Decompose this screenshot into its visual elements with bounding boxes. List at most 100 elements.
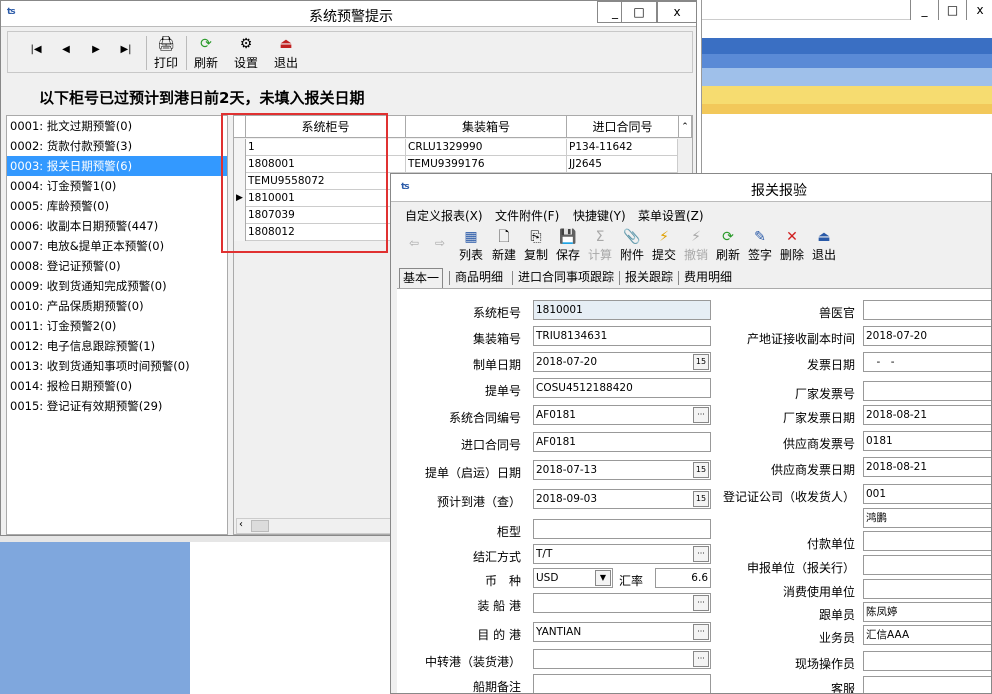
alert-item[interactable]: 0013: 收到货通知事项时间预警(0) bbox=[7, 356, 227, 376]
declarant-field[interactable] bbox=[863, 555, 991, 575]
origin-cert-date-field[interactable]: 2018-07-20 bbox=[863, 326, 991, 346]
alert-item[interactable]: 0010: 产品保质期预警(0) bbox=[7, 296, 227, 316]
calendar-icon[interactable]: 15 bbox=[693, 462, 709, 478]
alert-item[interactable]: 0007: 电放&提单正本预警(0) bbox=[7, 236, 227, 256]
payer-field[interactable] bbox=[863, 531, 991, 551]
transit-port-field[interactable]: ··· bbox=[533, 649, 711, 669]
loading-port-field[interactable]: ··· bbox=[533, 593, 711, 613]
minimize-button[interactable]: _ bbox=[910, 0, 938, 20]
ellipsis-icon[interactable]: ··· bbox=[693, 407, 709, 423]
container-type-field[interactable] bbox=[533, 519, 711, 539]
alert-item[interactable]: 0011: 订金预警2(0) bbox=[7, 316, 227, 336]
ellipsis-icon[interactable]: ··· bbox=[693, 624, 709, 640]
system-container-id-field[interactable]: 1810001 bbox=[533, 300, 711, 320]
alert-item[interactable]: 0004: 订金预警1(0) bbox=[7, 176, 227, 196]
attachment-button[interactable]: 📎 附件 bbox=[616, 228, 648, 263]
currency-select[interactable]: USD ▼ bbox=[533, 568, 613, 588]
chevron-down-icon[interactable]: ▼ bbox=[595, 570, 611, 586]
merchandiser-field[interactable]: 陈凤婷 bbox=[863, 602, 991, 622]
eta-field[interactable]: 2018-09-03 15 bbox=[533, 489, 711, 509]
ellipsis-icon[interactable]: ··· bbox=[693, 546, 709, 562]
print-button[interactable]: 🖨 打印 bbox=[148, 34, 184, 72]
tab-basic[interactable]: 基本一 bbox=[399, 268, 444, 288]
alert-item[interactable]: 0006: 收副本日期预警(447) bbox=[7, 216, 227, 236]
exit-button[interactable]: ⏏ 退出 bbox=[268, 34, 304, 72]
alert-item[interactable]: 0015: 登记证有效期预警(29) bbox=[7, 396, 227, 416]
alert-item[interactable]: 0009: 收到货通知完成预警(0) bbox=[7, 276, 227, 296]
alert-item[interactable]: 0008: 登记证预警(0) bbox=[7, 256, 227, 276]
consumer-unit-field[interactable] bbox=[863, 579, 991, 599]
alert-item[interactable]: 0012: 电子信息跟踪预警(1) bbox=[7, 336, 227, 356]
maximize-button[interactable]: □ bbox=[621, 1, 657, 23]
menu-file-attachment[interactable]: 文件附件(F) bbox=[495, 207, 559, 224]
exchange-rate-field[interactable]: 6.6 bbox=[655, 568, 711, 588]
submit-button[interactable]: ⚡ 提交 bbox=[648, 228, 680, 263]
alert-item-selected[interactable]: 0003: 报关日期预警(6) bbox=[7, 156, 227, 176]
alert-item[interactable]: 0001: 批文过期预警(0) bbox=[7, 116, 227, 136]
calendar-icon[interactable]: 15 bbox=[693, 491, 709, 507]
settings-button[interactable]: ⚙ 设置 bbox=[228, 34, 264, 72]
prev-record-button[interactable]: ◀ bbox=[56, 44, 76, 60]
close-button[interactable]: x bbox=[657, 1, 697, 23]
refresh-button[interactable]: ⟳ 刷新 bbox=[712, 228, 744, 263]
new-button[interactable]: 🗋 新建 bbox=[488, 228, 520, 263]
forward-icon[interactable]: ⇨ bbox=[435, 236, 445, 250]
cell-box-number[interactable]: CRLU1329990 bbox=[406, 139, 567, 156]
last-record-button[interactable]: ▶| bbox=[116, 44, 136, 60]
column-header[interactable]: 集装箱号 bbox=[406, 116, 567, 138]
calendar-icon[interactable]: 15 bbox=[693, 354, 709, 370]
ellipsis-icon[interactable]: ··· bbox=[693, 595, 709, 611]
factory-invoice-date-field[interactable]: 2018-08-21 bbox=[863, 405, 991, 425]
horizontal-scrollbar[interactable]: ‹ bbox=[236, 518, 392, 534]
refresh-button[interactable]: ⟳ 刷新 bbox=[188, 34, 224, 72]
alert-item[interactable]: 0002: 货款付款预警(3) bbox=[7, 136, 227, 156]
alert-list[interactable]: 0001: 批文过期预警(0) 0002: 货款付款预警(3) 0003: 报关… bbox=[6, 115, 228, 535]
menu-settings[interactable]: 菜单设置(Z) bbox=[638, 207, 704, 224]
menu-shortcuts[interactable]: 快捷键(Y) bbox=[573, 207, 626, 224]
exit-button[interactable]: ⏏ 退出 bbox=[808, 228, 840, 263]
salesperson-field[interactable]: 汇信AAA bbox=[863, 625, 991, 645]
site-operator-field[interactable] bbox=[863, 651, 991, 671]
close-button[interactable]: x bbox=[966, 0, 992, 20]
tab-contract-tracking[interactable]: 进口合同事项跟踪 bbox=[515, 268, 617, 288]
ellipsis-icon[interactable]: ··· bbox=[693, 651, 709, 667]
alert-item[interactable]: 0014: 报检日期预警(0) bbox=[7, 376, 227, 396]
alert-item[interactable]: 0005: 库龄预警(0) bbox=[7, 196, 227, 216]
destination-port-field[interactable]: YANTIAN ··· bbox=[533, 622, 711, 642]
factory-invoice-number-field[interactable] bbox=[863, 381, 991, 401]
next-record-button[interactable]: ▶ bbox=[86, 44, 106, 60]
copy-button[interactable]: ⎘ 复制 bbox=[520, 228, 552, 263]
supplier-invoice-number-field[interactable]: 0181 bbox=[863, 431, 991, 451]
import-contract-field[interactable]: AF0181 bbox=[533, 432, 711, 452]
menu-custom-report[interactable]: 自定义报表(X) bbox=[405, 207, 483, 224]
customer-service-field[interactable] bbox=[863, 676, 991, 693]
revoke-button[interactable]: ⚡ 撤销 bbox=[680, 228, 712, 263]
supplier-invoice-date-field[interactable]: 2018-08-21 bbox=[863, 457, 991, 477]
delete-button[interactable]: ✕ 删除 bbox=[776, 228, 808, 263]
first-record-button[interactable]: |◀ bbox=[26, 44, 46, 60]
tab-cost-detail[interactable]: 费用明细 bbox=[681, 268, 735, 288]
invoice-date-field[interactable]: - - bbox=[863, 352, 991, 372]
schedule-remark-field[interactable] bbox=[533, 674, 711, 693]
sign-button[interactable]: ✎ 签字 bbox=[744, 228, 776, 263]
registrant-name-field[interactable]: 鸿鹏 bbox=[863, 508, 991, 528]
lading-date-field[interactable]: 2018-07-13 15 bbox=[533, 460, 711, 480]
column-header[interactable]: 进口合同号 bbox=[567, 116, 679, 138]
bill-of-lading-field[interactable]: COSU4512188420 bbox=[533, 378, 711, 398]
scrollbar-thumb[interactable] bbox=[251, 520, 269, 532]
cell-contract-number[interactable]: P134-11642 bbox=[567, 139, 678, 156]
registrant-code-field[interactable]: 001 bbox=[863, 484, 991, 504]
back-icon[interactable]: ⇦ bbox=[409, 236, 419, 250]
scroll-left-icon[interactable]: ‹ bbox=[239, 519, 243, 530]
maximize-button[interactable]: □ bbox=[938, 0, 966, 20]
calculate-button[interactable]: Σ 计算 bbox=[584, 228, 616, 263]
tab-goods-detail[interactable]: 商品明细 bbox=[452, 268, 506, 288]
tab-customs-tracking[interactable]: 报关跟踪 bbox=[622, 268, 676, 288]
cell-box-number[interactable]: TEMU9399176 bbox=[406, 156, 567, 173]
create-date-field[interactable]: 2018-07-20 15 bbox=[533, 352, 711, 372]
settlement-method-field[interactable]: T/T ··· bbox=[533, 544, 711, 564]
list-button[interactable]: ▦ 列表 bbox=[455, 228, 487, 263]
save-button[interactable]: 💾 保存 bbox=[552, 228, 584, 263]
scroll-up-icon[interactable]: ⌃ bbox=[679, 116, 692, 138]
system-contract-field[interactable]: AF0181 ··· bbox=[533, 405, 711, 425]
